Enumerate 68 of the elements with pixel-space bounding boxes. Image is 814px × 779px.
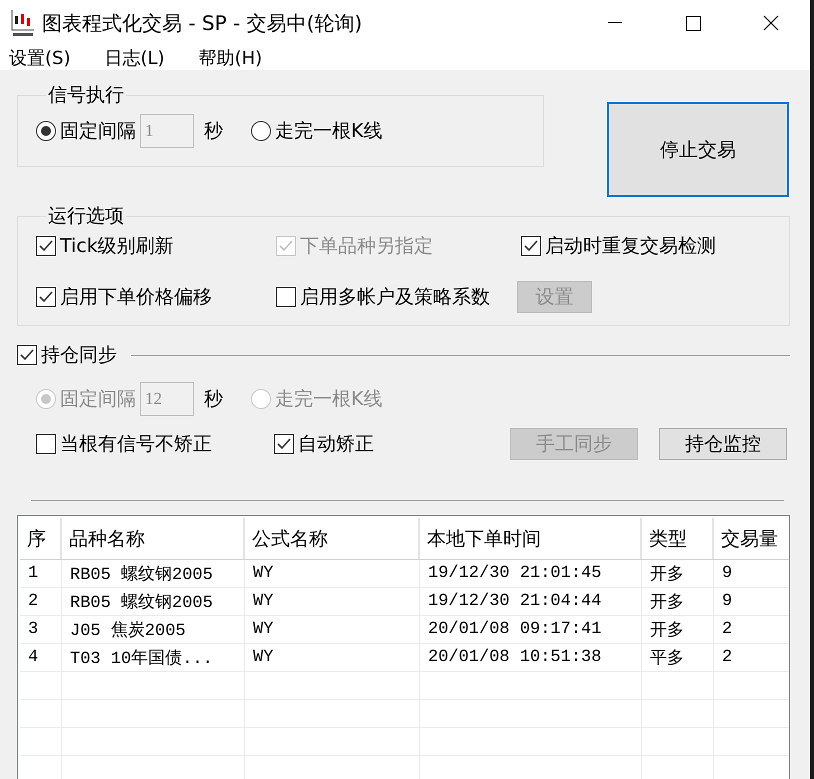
table-cell: 2 <box>714 616 789 643</box>
table-cell: 开多 <box>642 560 714 587</box>
column-header[interactable]: 类型 <box>642 518 714 559</box>
table-cell: 9 <box>714 588 789 615</box>
checkbox[interactable] <box>276 287 296 307</box>
radio-label: 固定间隔 <box>60 387 136 412</box>
column-header[interactable]: 交易量 <box>714 518 789 559</box>
checkmark-icon <box>38 289 54 305</box>
checkmark-icon <box>38 238 54 254</box>
table-cell: 开多 <box>642 616 714 643</box>
checkbox-label: 下单品种另指定 <box>300 234 433 259</box>
radio-label: 走完一根K线 <box>275 119 382 144</box>
table-cell: WY <box>245 644 420 671</box>
table-cell: WY <box>245 588 420 615</box>
checkbox[interactable] <box>36 434 56 454</box>
table-cell: 19/12/30 21:04:44 <box>420 588 642 615</box>
checkbox-label: Tick级别刷新 <box>60 234 174 259</box>
table-cell: 9 <box>714 560 789 587</box>
checkmark-icon <box>278 238 294 254</box>
menu-item[interactable]: 设置(S) <box>9 46 70 70</box>
column-header[interactable]: 公式名称 <box>245 518 420 559</box>
checkbox[interactable] <box>36 287 56 307</box>
radio-button[interactable] <box>36 121 56 141</box>
table-cell: 2 <box>714 644 789 671</box>
table-cell: 20/01/08 10:51:38 <box>420 644 642 671</box>
radio-label: 走完一根K线 <box>275 387 382 412</box>
table-cell: 1 <box>20 560 62 587</box>
sync-button[interactable]: 持仓监控 <box>659 428 787 460</box>
column-header[interactable]: 本地下单时间 <box>420 518 642 559</box>
checkbox-label: 启用下单价格偏移 <box>60 285 212 310</box>
checkbox-label: 启动时重复交易检测 <box>545 234 716 259</box>
menu-item[interactable]: 帮助(H) <box>198 46 262 70</box>
checkbox-label: 持仓同步 <box>41 343 117 368</box>
checkbox-label: 当根有信号不矫正 <box>60 432 212 457</box>
stop-trading-button[interactable]: 停止交易 <box>607 102 789 197</box>
chart-logo-icon <box>10 8 36 38</box>
radio-button[interactable] <box>251 121 271 141</box>
window-title: 图表程式化交易 - SP - 交易中(轮询) <box>42 10 364 36</box>
table-cell: 20/01/08 09:17:41 <box>420 616 642 643</box>
unit-label: 秒 <box>204 387 223 412</box>
table-cell: RB05 螺纹钢2005 <box>62 560 245 587</box>
table-cell: WY <box>245 560 420 587</box>
table-cell: 19/12/30 21:01:45 <box>420 560 642 587</box>
checkbox-label: 启用多帐户及策略系数 <box>300 285 490 310</box>
column-header[interactable]: 品种名称 <box>62 518 245 559</box>
unit-label: 秒 <box>204 119 223 144</box>
table-cell: 开多 <box>642 588 714 615</box>
table-cell: 平多 <box>642 644 714 671</box>
column-header[interactable]: 序 <box>20 518 62 559</box>
table-cell: 3 <box>20 616 62 643</box>
table-cell: WY <box>245 616 420 643</box>
checkbox[interactable] <box>521 236 541 256</box>
table-cell: 2 <box>20 588 62 615</box>
table-cell: J05 焦炭2005 <box>62 616 245 643</box>
checkbox-label: 自动矫正 <box>298 432 374 457</box>
checkbox[interactable] <box>274 434 294 454</box>
group-title: 信号执行 <box>47 83 125 108</box>
checkbox[interactable] <box>36 236 56 256</box>
menu-item[interactable]: 日志(L) <box>104 46 165 70</box>
table-cell: T03 10年国债... <box>62 644 245 671</box>
group-title: 运行选项 <box>47 204 125 229</box>
checkmark-icon <box>523 238 539 254</box>
table-cell: 4 <box>20 644 62 671</box>
checkmark-icon <box>19 347 35 363</box>
checkbox[interactable] <box>17 345 37 365</box>
checkmark-icon <box>276 436 292 452</box>
table-cell: RB05 螺纹钢2005 <box>62 588 245 615</box>
radio-label: 固定间隔 <box>60 119 136 144</box>
